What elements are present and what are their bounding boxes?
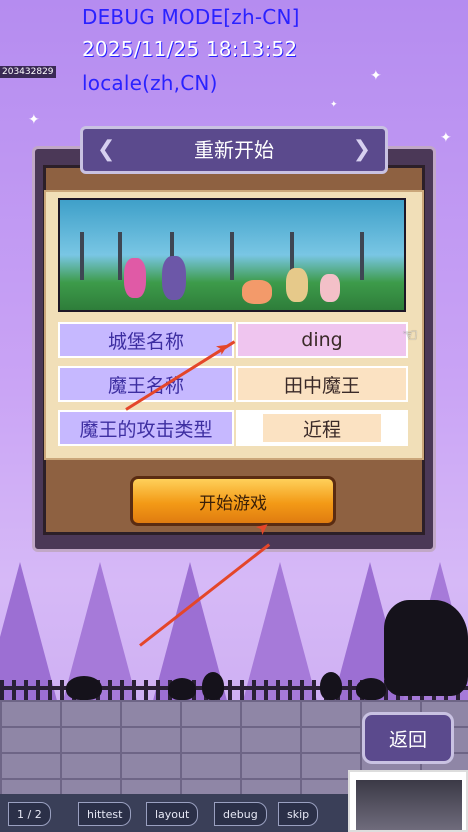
slime-monster bbox=[242, 280, 272, 304]
build-id-label: 203432829 bbox=[0, 66, 56, 78]
dragon-silhouette bbox=[384, 600, 468, 696]
scene-preview bbox=[58, 198, 406, 312]
demon-name-field[interactable]: 田中魔王 bbox=[236, 366, 408, 402]
dialog-title: 重新开始 bbox=[194, 138, 274, 162]
chevron-right-icon: ❯ bbox=[352, 137, 371, 162]
sparkle-icon: ✦ bbox=[330, 100, 338, 110]
tree bbox=[230, 232, 234, 280]
hittest-button[interactable]: hittest bbox=[78, 802, 132, 826]
debug-button[interactable]: debug bbox=[214, 802, 267, 826]
chevron-left-icon: ❮ bbox=[97, 137, 116, 162]
page-indicator[interactable]: 1 / 2 bbox=[8, 802, 51, 826]
sparkle-icon: ✦ bbox=[370, 68, 382, 84]
plant-monster bbox=[286, 268, 308, 302]
start-game-label: 开始游戏 bbox=[199, 493, 267, 514]
debug-locale-text: locale(zh,CN) bbox=[82, 71, 218, 95]
attack-type-select[interactable]: 近程 bbox=[236, 410, 408, 446]
back-button[interactable]: 返回 bbox=[362, 712, 454, 764]
dialog-title-plate: ❮ 重新开始 ❯ bbox=[80, 126, 388, 174]
tree bbox=[118, 232, 122, 280]
layout-button[interactable]: layout bbox=[146, 802, 199, 826]
sparkle-icon: ✦ bbox=[440, 130, 452, 146]
hero-character bbox=[124, 258, 146, 298]
skip-button[interactable]: skip bbox=[278, 802, 319, 826]
debug-datetime-text: 2025/11/25 18:13:52 bbox=[82, 37, 298, 61]
preview-thumbnail bbox=[348, 770, 468, 832]
shadow-creature bbox=[202, 672, 224, 700]
rabbit-monster bbox=[320, 274, 340, 302]
shadow-creature bbox=[320, 672, 342, 700]
shadow-creature bbox=[168, 678, 196, 700]
tree bbox=[360, 232, 364, 280]
attack-type-label: 魔王的攻击类型 bbox=[58, 410, 234, 446]
castle-name-field[interactable]: ding bbox=[236, 322, 408, 358]
tree bbox=[80, 232, 84, 280]
pointing-hand-icon: ☜ bbox=[402, 325, 419, 346]
start-game-button[interactable]: 开始游戏 bbox=[130, 476, 336, 526]
sparkle-icon: ✦ bbox=[28, 112, 40, 128]
attack-type-value: 近程 bbox=[263, 414, 381, 442]
shadow-creature bbox=[66, 676, 102, 700]
shadow-creature bbox=[356, 678, 386, 700]
castle-name-label: 城堡名称 bbox=[58, 322, 234, 358]
debug-mode-text: DEBUG MODE[zh-CN] bbox=[82, 5, 300, 29]
demon-lord-character bbox=[162, 256, 186, 300]
back-label: 返回 bbox=[388, 728, 427, 751]
